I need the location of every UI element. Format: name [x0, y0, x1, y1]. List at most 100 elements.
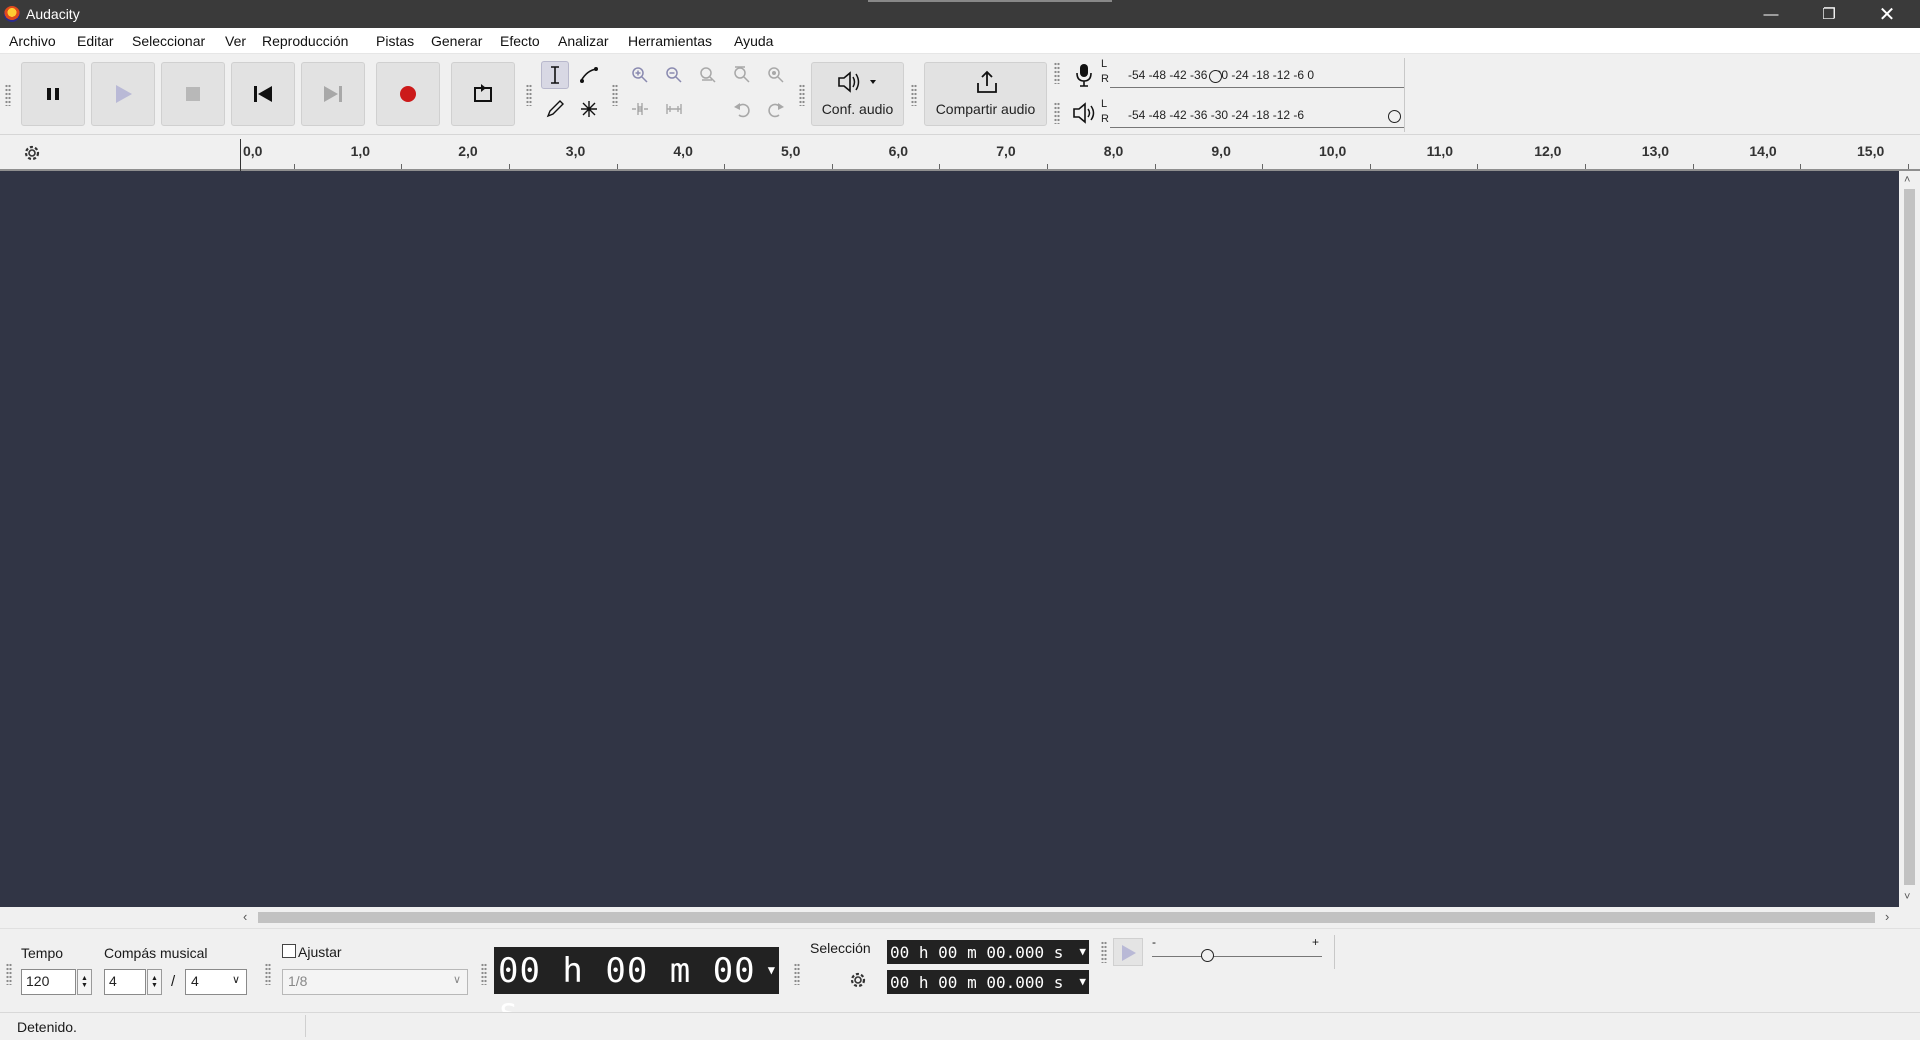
selection-options-button[interactable]: [847, 969, 869, 994]
play-at-speed-button[interactable]: [1113, 938, 1143, 966]
ruler-minor-tick: [1585, 164, 1586, 169]
scroll-right-icon[interactable]: ›: [1885, 909, 1889, 924]
loop-button[interactable]: [451, 62, 515, 126]
zoom-in-icon: [632, 67, 648, 83]
record-meter-button[interactable]: [1072, 62, 1096, 91]
fit-project-button[interactable]: [728, 61, 756, 89]
menu-seleccionar[interactable]: Seleccionar: [132, 33, 205, 49]
pause-icon: [47, 88, 59, 100]
envelope-tool-button[interactable]: [575, 61, 603, 89]
toolbar-grip[interactable]: [794, 963, 800, 985]
ruler-minor-tick: [1047, 164, 1048, 169]
time-format-dropdown-icon[interactable]: ▼: [1079, 945, 1086, 958]
play-button[interactable]: [91, 62, 155, 126]
time-signature-lower-select[interactable]: 4 ∨: [185, 969, 247, 995]
toolbar-grip[interactable]: [911, 84, 917, 106]
pause-button[interactable]: [21, 62, 85, 126]
selection-start-display[interactable]: 00 h 00 m 00.000 s ▼: [887, 940, 1089, 964]
zoom-toggle-button[interactable]: [762, 61, 790, 89]
menu-ver[interactable]: Ver: [225, 33, 246, 49]
toolbar-grip[interactable]: [265, 963, 271, 985]
close-button[interactable]: ✕: [1858, 0, 1916, 28]
time-signature-slash: /: [171, 973, 176, 990]
title-bar-accent: [868, 0, 1112, 2]
time-format-dropdown-icon[interactable]: ▼: [1079, 975, 1086, 988]
toolbar-grip[interactable]: [526, 84, 532, 106]
toolbar-grip[interactable]: [1101, 941, 1107, 963]
audio-setup-button[interactable]: Conf. audio: [811, 62, 904, 126]
menu-analizar[interactable]: Analizar: [558, 33, 609, 49]
toolbar-grip[interactable]: [1054, 62, 1060, 84]
tempo-input[interactable]: 120: [21, 969, 76, 995]
menu-editar[interactable]: Editar: [77, 33, 114, 49]
tempo-stepper[interactable]: ▲ ▼: [77, 969, 92, 995]
menu-ayuda[interactable]: Ayuda: [734, 33, 773, 49]
ruler-minor-tick: [1692, 164, 1694, 169]
record-level-slider[interactable]: [1209, 70, 1222, 83]
speed-slider-track[interactable]: [1152, 956, 1322, 957]
fit-selection-button[interactable]: [694, 61, 722, 89]
horizontal-scroll-thumb[interactable]: [258, 912, 1875, 923]
stop-button[interactable]: [161, 62, 225, 126]
time-signature-stepper[interactable]: ▲ ▼: [147, 969, 162, 995]
zoom-in-button[interactable]: [626, 61, 654, 89]
ruler-tick-label: 2,0: [458, 143, 478, 159]
menu-archivo[interactable]: Archivo: [9, 33, 56, 49]
time-format-dropdown-icon[interactable]: ▼: [768, 963, 776, 977]
scroll-left-icon[interactable]: ‹: [243, 909, 247, 924]
tempo-label: Tempo: [21, 945, 64, 961]
silence-audio-button[interactable]: [660, 95, 688, 123]
trim-audio-button[interactable]: [626, 95, 654, 123]
menu-generar[interactable]: Generar: [431, 33, 482, 49]
toolbar-grip[interactable]: [481, 963, 487, 985]
menu-pistas[interactable]: Pistas: [376, 33, 414, 49]
scroll-up-icon[interactable]: ˄: [1904, 174, 1910, 186]
ruler-tick-label: 6,0: [888, 143, 909, 159]
snap-select[interactable]: 1/8 ∨: [282, 969, 468, 995]
restore-button[interactable]: ❐: [1800, 0, 1858, 28]
draw-tool-button[interactable]: [541, 95, 569, 123]
toolbar-grip[interactable]: [799, 84, 805, 106]
play-meter[interactable]: -54 -48 -42 -36 -30 -24 -18 -12 -6: [1110, 102, 1404, 128]
vertical-scroll-thumb[interactable]: [1904, 189, 1915, 885]
ruler-tick-label: 4,0: [673, 143, 693, 159]
menu-reproduccion[interactable]: Reproducción: [262, 33, 348, 49]
speaker-icon: [1073, 102, 1095, 124]
share-audio-button[interactable]: Compartir audio: [924, 62, 1047, 126]
timeline-ruler[interactable]: 0,0 1,0 2,0 3,0 4,0 5,0 6,0 7,0 8,0 9,0 10,0 11,0 12…: [0, 135, 1920, 171]
chevron-down-icon: ∨: [231, 974, 240, 986]
toolbar-grip[interactable]: [6, 963, 12, 985]
play-meter-button[interactable]: [1072, 101, 1098, 128]
horizontal-scrollbar[interactable]: ‹ ›: [240, 907, 1899, 928]
selection-end-display[interactable]: 00 h 00 m 00.000 s ▼: [887, 970, 1089, 994]
scroll-down-icon[interactable]: ˅: [1904, 891, 1910, 903]
vertical-scrollbar[interactable]: ˄ ˅: [1899, 171, 1920, 907]
speed-slider-thumb[interactable]: [1201, 949, 1214, 962]
skip-to-start-button[interactable]: [231, 62, 295, 126]
zoom-out-icon: [666, 67, 682, 83]
track-area[interactable]: [0, 171, 1899, 907]
redo-button[interactable]: [762, 95, 790, 123]
menu-efecto[interactable]: Efecto: [500, 33, 540, 49]
timeline-options-button[interactable]: [21, 142, 43, 167]
play-level-slider[interactable]: [1388, 110, 1401, 123]
play-meter-right-label: R: [1101, 113, 1109, 125]
record-meter[interactable]: -54 -48 -42 -36 -30 -24 -18 -12 -6 0: [1110, 62, 1404, 88]
time-display[interactable]: 00 h 00 m 00 s ▼: [494, 947, 779, 1031]
menu-herramientas[interactable]: Herramientas: [628, 33, 712, 49]
pencil-icon: [546, 100, 564, 118]
time-signature-upper-input[interactable]: 4: [104, 969, 146, 995]
audacity-logo-icon: [4, 6, 20, 22]
toolbar-grip[interactable]: [612, 84, 618, 106]
selection-tool-button[interactable]: [541, 61, 569, 89]
record-button[interactable]: [376, 62, 440, 126]
toolbar-grip[interactable]: [5, 84, 11, 106]
multi-tool-button[interactable]: [575, 95, 603, 123]
toolbar-grip[interactable]: [1054, 102, 1060, 124]
zoom-out-button[interactable]: [660, 61, 688, 89]
minimize-button[interactable]: —: [1742, 0, 1800, 28]
undo-button[interactable]: [728, 95, 756, 123]
snap-checkbox[interactable]: [282, 944, 296, 958]
skip-to-end-button[interactable]: [301, 62, 365, 126]
stepper-down-icon: ▼: [151, 982, 158, 989]
